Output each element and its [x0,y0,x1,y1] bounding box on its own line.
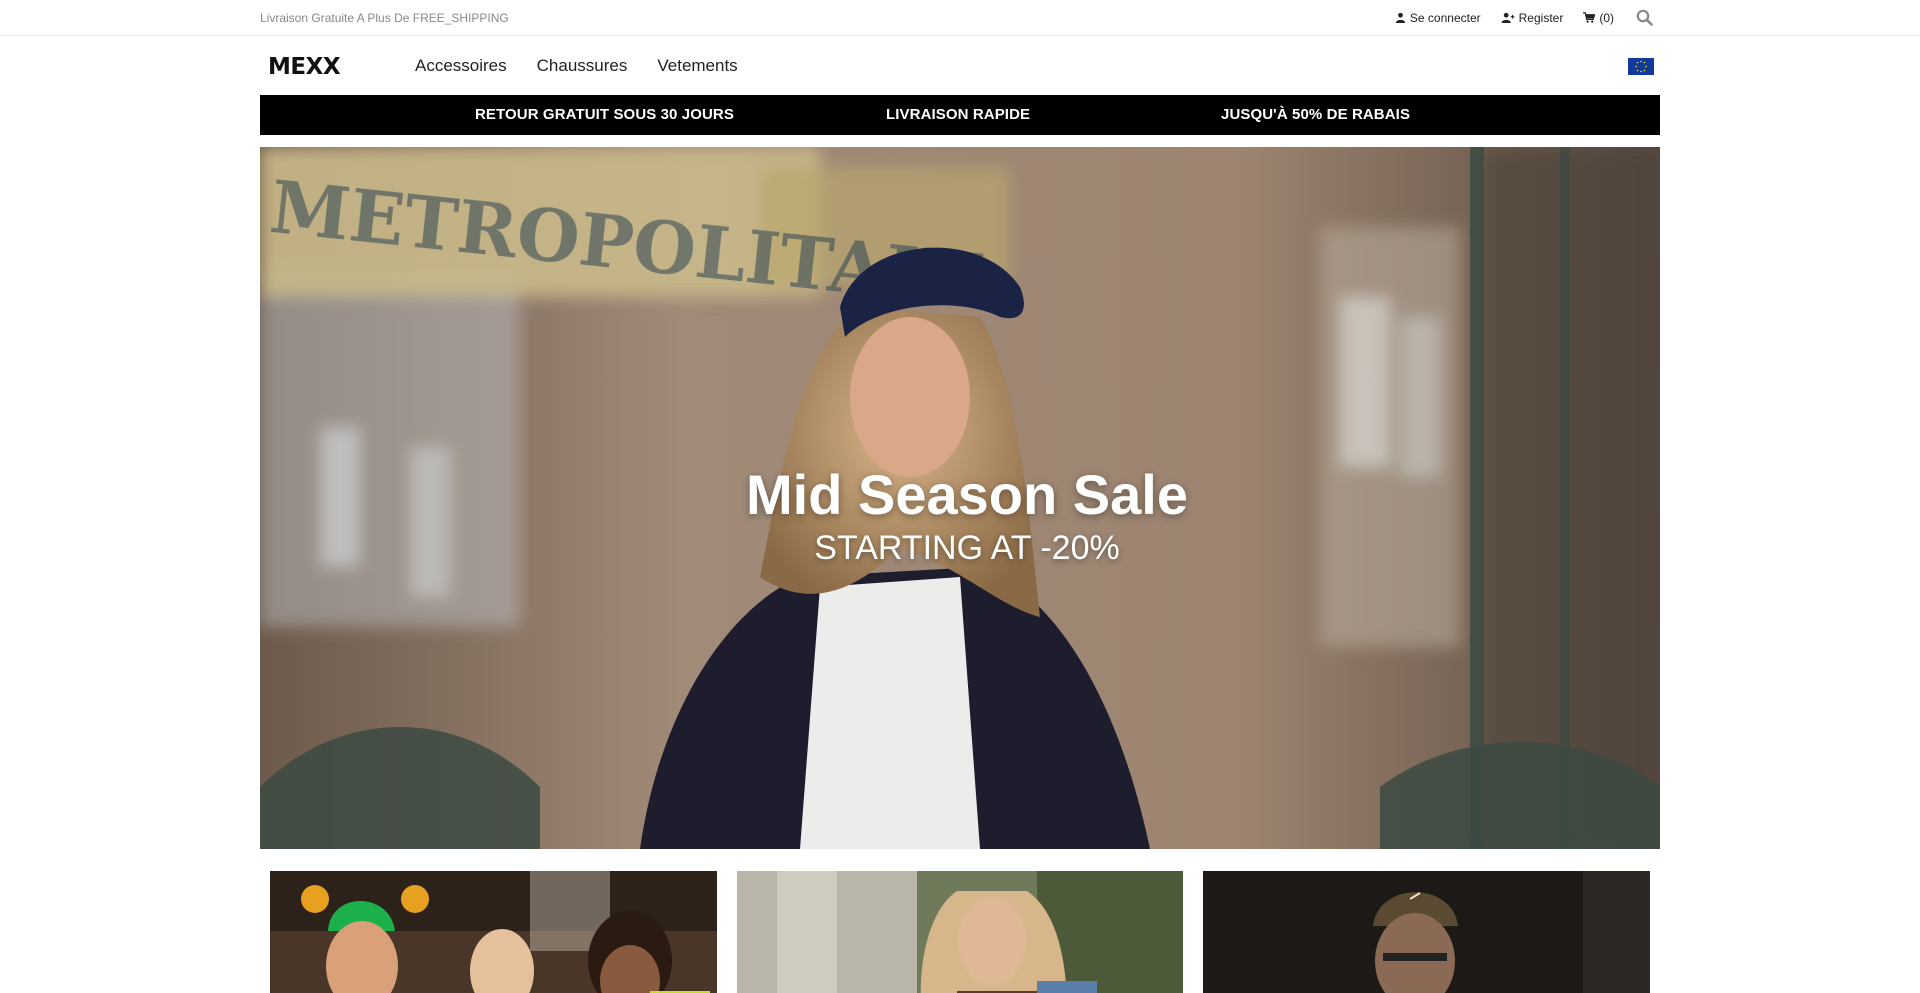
eu-flag-icon[interactable] [1628,58,1654,75]
login-link[interactable]: Se connecter [1395,11,1481,25]
hero-banner[interactable]: METROPOLITAIN Mid Season Sale STARTING A… [260,147,1660,849]
main-nav: Accessoires Chaussures Vetements [415,56,738,76]
shipping-note: Livraison Gratuite A Plus De FREE_SHIPPI… [260,10,509,25]
men-photo [1203,871,1651,993]
category-tile-kids[interactable] [270,871,717,993]
promo-free-returns: RETOUR GRATUIT SOUS 30 JOURS [475,106,734,123]
cart-link[interactable]: (0) [1583,11,1614,25]
account-links: Se connecter Register (0) [1395,8,1660,28]
category-tiles [260,871,1660,993]
user-plus-icon [1501,12,1515,23]
promo-discount: JUSQU'À 50% DE RABAIS [1221,106,1411,123]
promo-wrap: RETOUR GRATUIT SOUS 30 JOURS LIVRAISON R… [260,95,1660,135]
promo-banner: RETOUR GRATUIT SOUS 30 JOURS LIVRAISON R… [260,95,1660,135]
mexx-logo[interactable]: MEXX [268,53,361,79]
category-tile-men[interactable] [1203,871,1651,993]
register-link[interactable]: Register [1501,10,1564,25]
main-header: MEXX Accessoires Chaussures Vetements [0,36,1920,95]
women-photo [736,871,1184,993]
hero-subtitle: STARTING AT -20% [814,529,1120,567]
top-utility-inner: Livraison Gratuite A Plus De FREE_SHIPPI… [260,0,1660,35]
eu-stars [1628,58,1654,75]
top-utility-bar: Livraison Gratuite A Plus De FREE_SHIPPI… [0,0,1920,36]
kids-photo [270,871,717,993]
svg-text:MEXX: MEXX [268,54,341,79]
promo-fast-delivery: LIVRAISON RAPIDE [886,106,1031,123]
nav-item-accessoires[interactable]: Accessoires [415,56,507,76]
cart-icon [1583,12,1596,23]
category-tile-women[interactable] [736,871,1184,993]
register-label: Register [1518,10,1564,25]
search-button[interactable] [1634,8,1654,28]
nav-item-chaussures[interactable]: Chaussures [537,56,628,76]
user-icon [1395,12,1406,23]
cart-count: (0) [1599,10,1614,25]
search-icon [1636,9,1653,26]
hero-title: Mid Season Sale [746,463,1188,526]
nav-item-vetements[interactable]: Vetements [657,56,737,76]
main-header-inner: MEXX Accessoires Chaussures Vetements [260,36,1660,95]
login-label: Se connecter [1409,10,1481,25]
